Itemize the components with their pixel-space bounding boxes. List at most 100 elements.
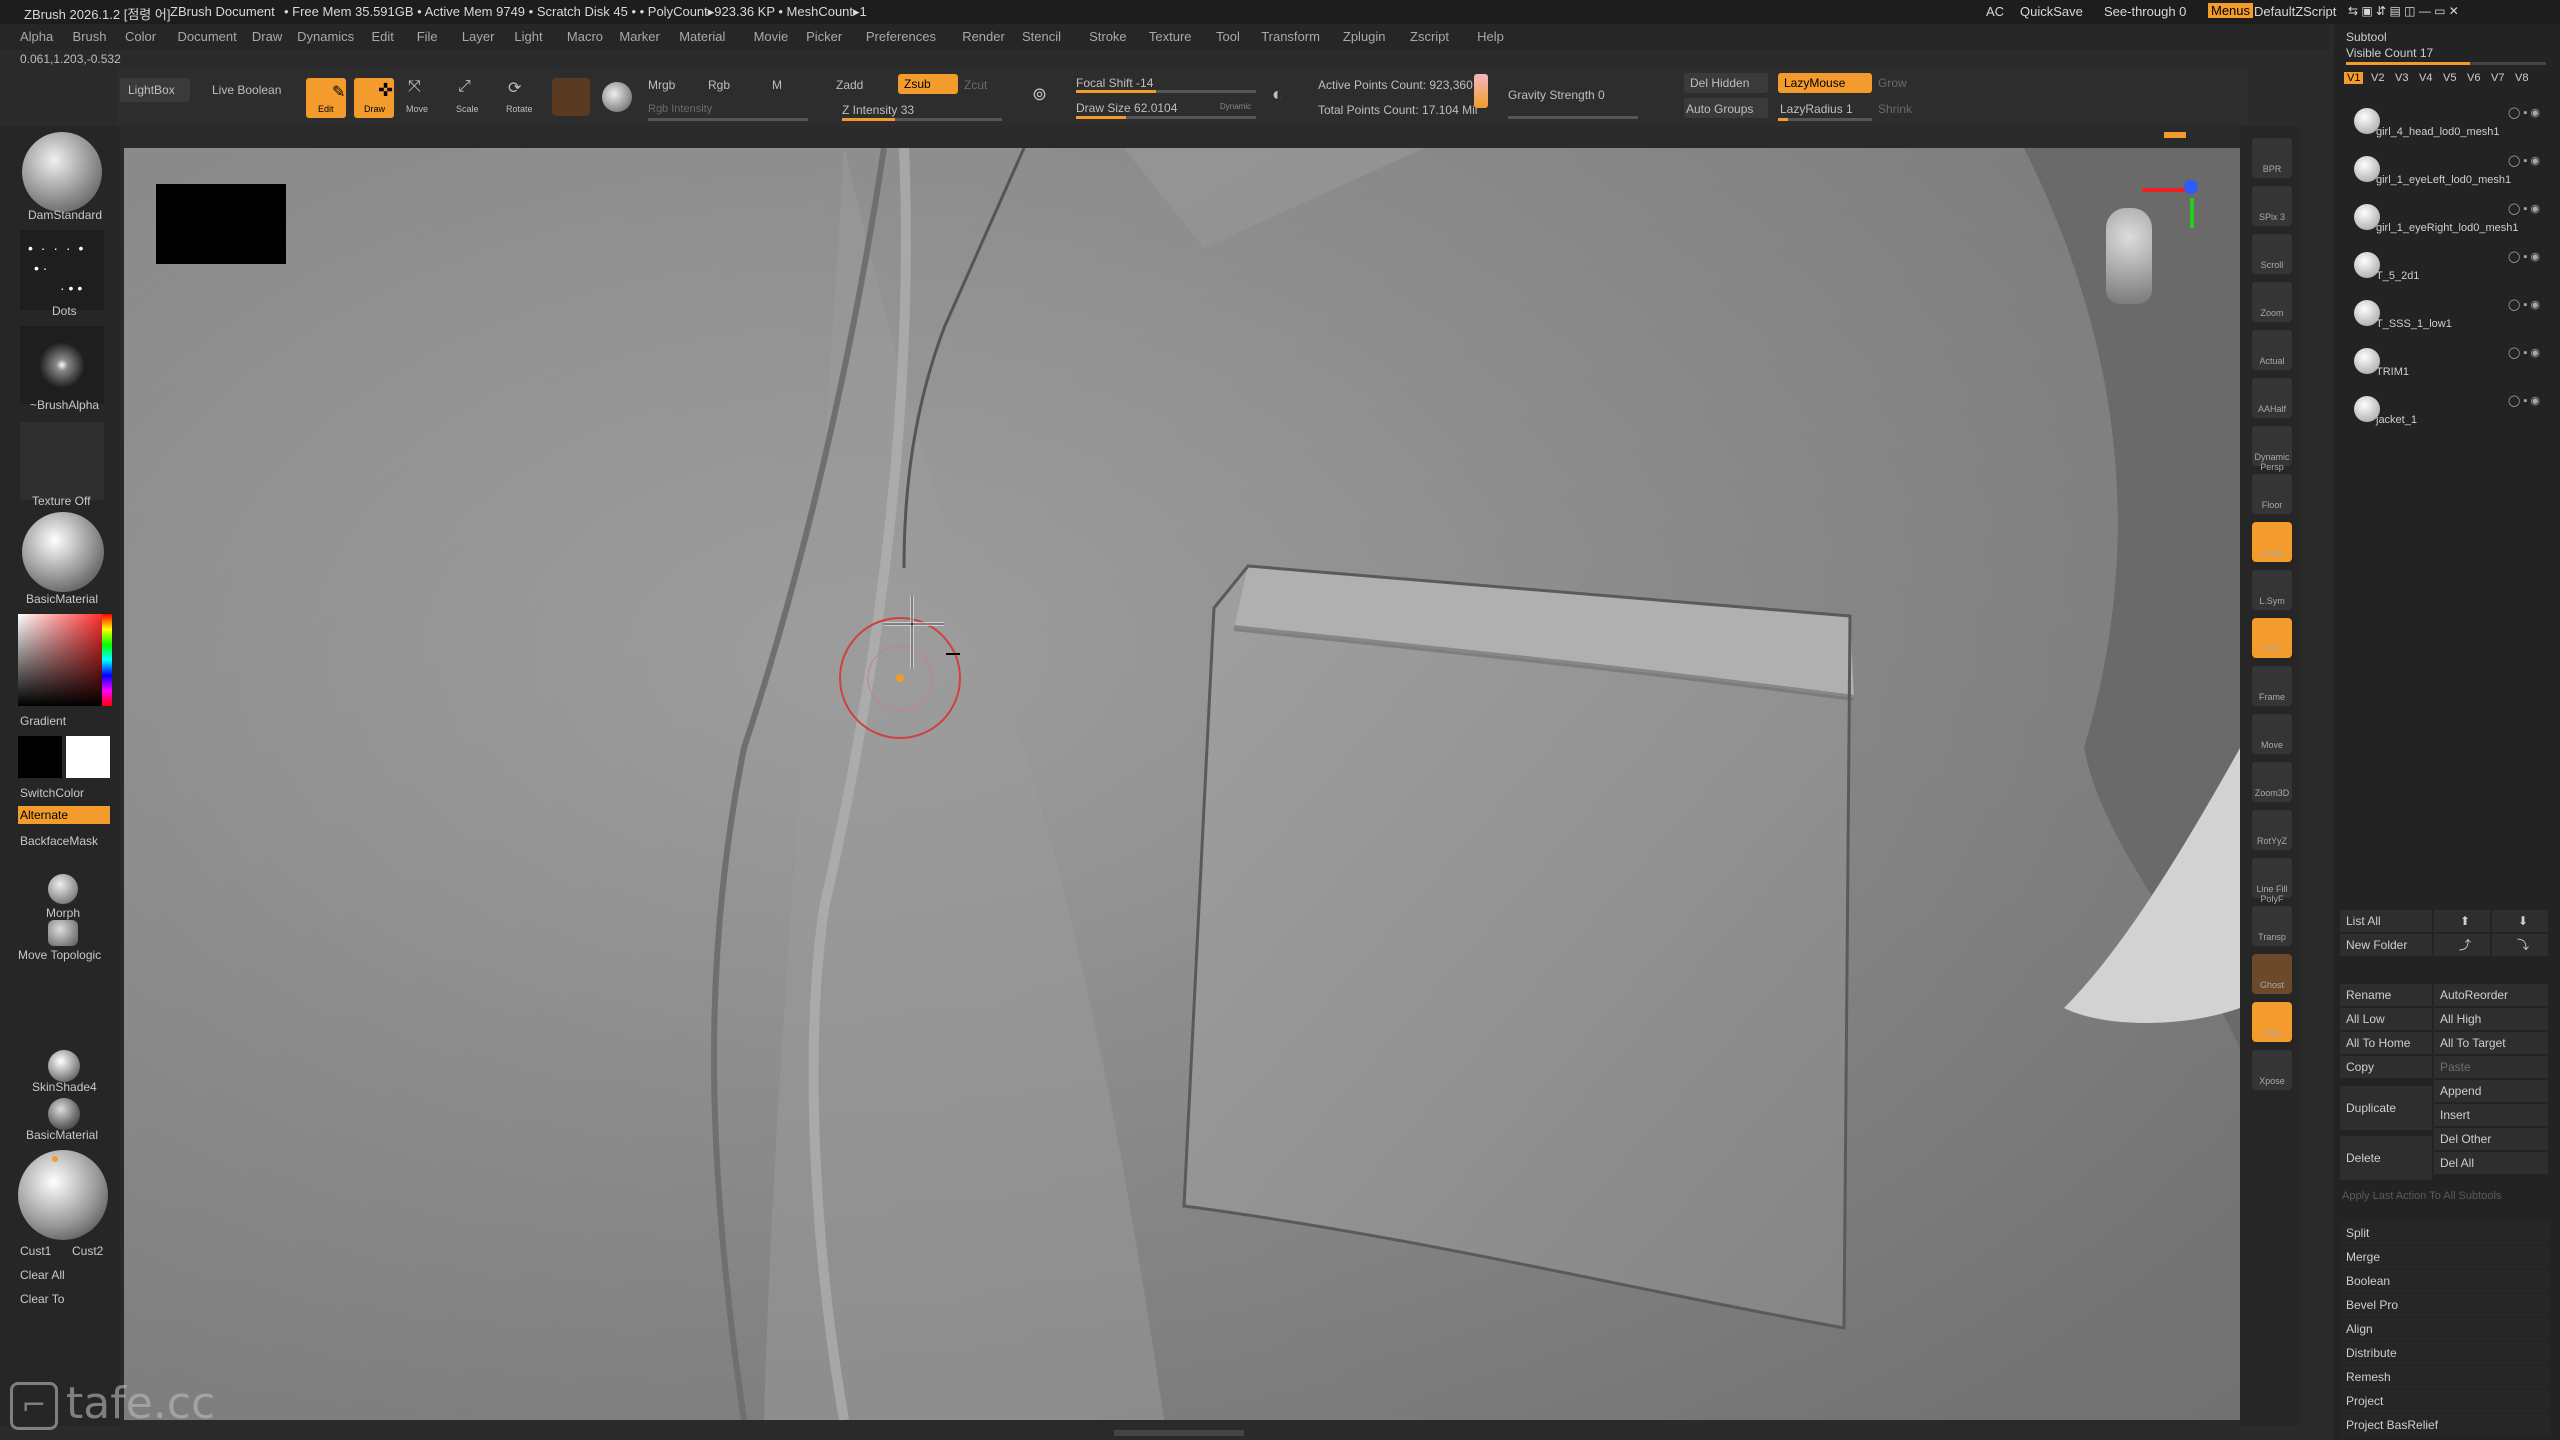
menu-item-zplugin[interactable]: Zplugin: [1343, 29, 1386, 44]
version-tab-v3[interactable]: V3: [2392, 72, 2411, 84]
menu-item-layer[interactable]: Layer: [462, 29, 495, 44]
apply-last-action-toggle[interactable]: Apply Last Action To All Subtools: [2342, 1190, 2501, 1202]
del-hidden-button[interactable]: Del Hidden: [1690, 76, 1749, 90]
alpha-icon[interactable]: [20, 326, 104, 404]
lightbox-button[interactable]: LightBox: [128, 83, 175, 97]
rotate-button[interactable]: Rotate: [506, 104, 533, 114]
zscript-button[interactable]: DefaultZScript: [2254, 4, 2336, 19]
subtool-item[interactable]: girl_1_eyeRight_lod0_mesh1 ◯ ▪ ◉: [2346, 202, 2552, 248]
menu-item-zscript[interactable]: Zscript: [1410, 29, 1449, 44]
append-button[interactable]: Append: [2434, 1080, 2548, 1102]
move-button[interactable]: Move: [406, 104, 428, 114]
window-controls[interactable]: ⇆ ▣ ⇵ ▤ ◫ — ▭ ✕: [2348, 4, 2459, 18]
draw-size-track[interactable]: [1076, 116, 1256, 119]
3d-viewport[interactable]: [124, 148, 2240, 1420]
visibility-eye-icon[interactable]: ◯ ▪ ◉: [2508, 202, 2540, 215]
draw-size-slider[interactable]: Draw Size 62.0104: [1076, 101, 1177, 115]
lazyradius-track[interactable]: [1778, 118, 1872, 121]
primary-color-swatch[interactable]: [66, 736, 110, 778]
visibility-eye-icon[interactable]: ◯ ▪ ◉: [2508, 154, 2540, 167]
liveboolean-button[interactable]: Live Boolean: [212, 83, 281, 97]
menu-item-light[interactable]: Light: [514, 29, 542, 44]
material-preview-sphere[interactable]: [18, 1150, 108, 1240]
m-button[interactable]: M: [772, 78, 782, 92]
rename-button[interactable]: Rename: [2340, 984, 2432, 1006]
copy-button[interactable]: Copy: [2340, 1056, 2432, 1078]
delete-button[interactable]: Delete: [2340, 1136, 2432, 1180]
autoreorder-button[interactable]: AutoReorder: [2434, 984, 2548, 1006]
menu-item-preferences[interactable]: Preferences: [866, 29, 936, 44]
material-swatch[interactable]: [552, 78, 590, 116]
clearto-button[interactable]: Clear To: [20, 1292, 64, 1306]
menu-item-picker[interactable]: Picker: [806, 29, 842, 44]
color-sphere-icon[interactable]: [602, 82, 632, 112]
menu-item-document[interactable]: Document: [178, 29, 237, 44]
ac-button[interactable]: AC: [1986, 4, 2004, 19]
menu-item-edit[interactable]: Edit: [372, 29, 394, 44]
new-folder-button[interactable]: New Folder: [2340, 934, 2432, 956]
menu-item-tool[interactable]: Tool: [1216, 29, 1240, 44]
menu-item-stencil[interactable]: Stencil: [1022, 29, 1061, 44]
all-high-button[interactable]: All High: [2434, 1008, 2548, 1030]
quicksave-button[interactable]: QuickSave: [2020, 4, 2083, 19]
z-intensity-slider[interactable]: Z Intensity 33: [842, 103, 914, 117]
gradient-button[interactable]: Gradient: [20, 714, 66, 728]
duplicate-button[interactable]: Duplicate: [2340, 1086, 2432, 1130]
head-gizmo-icon[interactable]: [2106, 208, 2152, 304]
version-tab-v6[interactable]: V6: [2464, 72, 2483, 84]
subtool-item[interactable]: girl_1_eyeLeft_lod0_mesh1 ◯ ▪ ◉: [2346, 154, 2552, 200]
skinshade-icon[interactable]: [48, 1050, 80, 1082]
menu-item-color[interactable]: Color: [125, 29, 156, 44]
menus-button[interactable]: Menus: [2208, 3, 2254, 18]
boolean-button[interactable]: Boolean: [2340, 1270, 2550, 1292]
distribute-button[interactable]: Distribute: [2340, 1342, 2550, 1364]
lazyradius-slider[interactable]: LazyRadius 1: [1780, 102, 1853, 116]
align-button[interactable]: Align: [2340, 1318, 2550, 1340]
dynamic-toggle[interactable]: Dynamic: [1220, 102, 1251, 111]
navigation-thumbnail[interactable]: [156, 184, 286, 264]
all-low-button[interactable]: All Low: [2340, 1008, 2432, 1030]
arrow-up-icon[interactable]: ⬆: [2434, 910, 2490, 932]
bevel-pro-button[interactable]: Bevel Pro: [2340, 1294, 2550, 1316]
menu-item-marker[interactable]: Marker: [619, 29, 659, 44]
version-tab-v4[interactable]: V4: [2416, 72, 2435, 84]
visibility-eye-icon[interactable]: ◯ ▪ ◉: [2508, 106, 2540, 119]
move-icon[interactable]: ⤧: [408, 78, 421, 96]
menu-item-brush[interactable]: Brush: [73, 29, 107, 44]
subtool-item[interactable]: jacket_1 ◯ ▪ ◉: [2346, 394, 2552, 440]
zcut-button[interactable]: Zcut: [964, 78, 987, 92]
bottom-shelf-handle[interactable]: [1114, 1430, 1244, 1436]
hue-slider[interactable]: [102, 614, 112, 706]
gravity-track[interactable]: [1508, 116, 1638, 119]
menu-item-alpha[interactable]: Alpha: [20, 29, 53, 44]
merge-button[interactable]: Merge: [2340, 1246, 2550, 1268]
project-button[interactable]: Project: [2340, 1390, 2550, 1412]
visible-count-slider[interactable]: Visible Count 17: [2346, 46, 2433, 60]
insert-button[interactable]: Insert: [2434, 1104, 2548, 1126]
del-all-button[interactable]: Del All: [2434, 1152, 2548, 1174]
clearall-button[interactable]: Clear All: [20, 1268, 65, 1282]
focal-shift-slider[interactable]: Focal Shift -14: [1076, 76, 1153, 90]
all-to-target-button[interactable]: All To Target: [2434, 1032, 2548, 1054]
menu-item-draw[interactable]: Draw: [252, 29, 282, 44]
scale-icon[interactable]: ⤢: [458, 78, 471, 96]
subtool-item[interactable]: T_5_2d1 ◯ ▪ ◉: [2346, 250, 2552, 296]
version-tab-v5[interactable]: V5: [2440, 72, 2459, 84]
visibility-eye-icon[interactable]: ◯ ▪ ◉: [2508, 298, 2540, 311]
secondary-color-swatch[interactable]: [18, 736, 62, 778]
move-topological-icon[interactable]: [48, 920, 78, 946]
menu-item-transform[interactable]: Transform: [1261, 29, 1320, 44]
scale-button[interactable]: Scale: [456, 104, 479, 114]
subtool-item[interactable]: TRIM1 ◯ ▪ ◉: [2346, 346, 2552, 392]
menu-item-macro[interactable]: Macro: [567, 29, 603, 44]
morph-icon[interactable]: [48, 874, 78, 904]
light-position-marker[interactable]: [52, 1156, 58, 1162]
cust2-button[interactable]: Cust2: [72, 1244, 103, 1258]
grow-button[interactable]: Grow: [1878, 76, 1907, 90]
del-other-button[interactable]: Del Other: [2434, 1128, 2548, 1150]
version-tab-v1[interactable]: V1: [2344, 72, 2364, 84]
version-tab-v7[interactable]: V7: [2488, 72, 2507, 84]
folder-up-icon[interactable]: ⤴: [2434, 934, 2490, 956]
menu-item-render[interactable]: Render: [962, 29, 1005, 44]
visibility-eye-icon[interactable]: ◯ ▪ ◉: [2508, 250, 2540, 263]
